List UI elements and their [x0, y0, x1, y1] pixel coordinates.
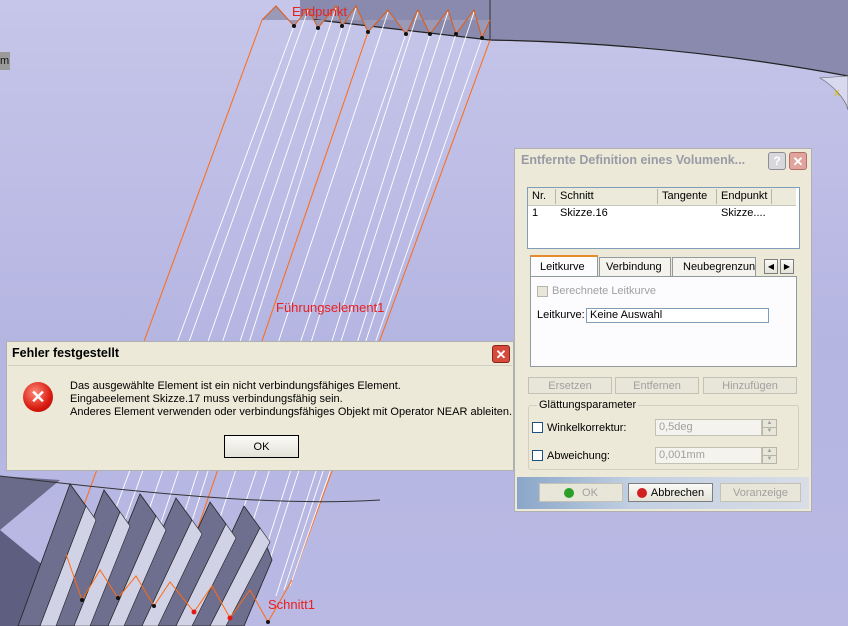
- cancel-label: Abbrechen: [650, 486, 705, 499]
- cell-nr: 1: [532, 207, 539, 219]
- error-message-line-1: Das ausgewählte Element ist ein nicht ve…: [70, 380, 401, 392]
- tab-panel-leitkurve: Berechnete Leitkurve Leitkurve: Keine Au…: [530, 276, 797, 367]
- deviation-label: Abweichung:: [547, 450, 610, 462]
- help-icon: ?: [773, 154, 781, 168]
- definition-dialog-titlebar[interactable]: Entfernte Definition eines Volumenk...: [515, 149, 755, 171]
- angle-correction-checkbox[interactable]: [532, 422, 543, 433]
- deviation-checkbox[interactable]: [532, 450, 543, 461]
- definition-dialog: Entfernte Definition eines Volumenk... ?…: [514, 148, 812, 512]
- cancel-button[interactable]: Abbrechen: [628, 483, 713, 502]
- tab-leitkurve-label: Leitkurve: [540, 261, 585, 273]
- deviation-spinner[interactable]: ▲ ▼: [762, 447, 777, 464]
- green-dot-icon: [564, 487, 575, 498]
- table-header: Nr. Schnitt Tangente Endpunkt: [528, 188, 796, 206]
- label-section[interactable]: Schnitt1: [268, 597, 315, 612]
- preview-button[interactable]: Voranzeige: [720, 483, 801, 502]
- angle-correction-spinner[interactable]: ▲ ▼: [762, 419, 777, 436]
- computed-guide-label: Berechnete Leitkurve: [552, 285, 656, 297]
- remove-button[interactable]: Entfernen: [615, 377, 699, 394]
- smoothing-group: Glättungsparameter Winkelkorrektur: 0,5d…: [528, 399, 799, 470]
- help-button[interactable]: ?: [768, 152, 786, 170]
- tab-scroll-left-button[interactable]: ◀: [764, 259, 778, 274]
- error-dialog: Fehler festgestellt ✕ ✕ Das ausgewählte …: [6, 341, 514, 471]
- column-header-tangente[interactable]: Tangente: [662, 190, 707, 202]
- error-ok-button[interactable]: OK: [224, 435, 299, 458]
- error-message-line-2: Eingabeelement Skizze.17 muss verbindung…: [70, 393, 343, 405]
- arrow-left-icon: ◀: [767, 262, 775, 271]
- side-toolbar-tab[interactable]: m: [0, 52, 10, 70]
- definition-dialog-close-button[interactable]: ✕: [789, 152, 807, 170]
- angle-correction-input[interactable]: 0,5deg: [655, 419, 762, 436]
- tab-verbindung-label: Verbindung: [606, 261, 662, 273]
- table-row[interactable]: 1 Skizze.16 Skizze....: [528, 206, 796, 220]
- svg-text:x: x: [834, 87, 840, 99]
- label-endpoint[interactable]: Endpunkt: [292, 4, 347, 19]
- close-icon: ✕: [792, 153, 804, 169]
- column-header-endpunkt[interactable]: Endpunkt: [721, 190, 767, 202]
- close-icon: ✕: [495, 346, 507, 362]
- label-guide-element[interactable]: Führungselement1: [276, 300, 384, 315]
- error-dialog-titlebar[interactable]: Fehler festgestellt: [7, 342, 513, 364]
- arrow-right-icon: ▶: [783, 262, 791, 271]
- smoothing-group-title: Glättungsparameter: [537, 399, 639, 411]
- guide-label: Leitkurve:: [537, 309, 585, 321]
- column-header-nr[interactable]: Nr.: [532, 190, 546, 202]
- add-button[interactable]: Hinzufügen: [703, 377, 797, 394]
- angle-correction-label: Winkelkorrektur:: [547, 422, 627, 434]
- error-dialog-title: Fehler festgestellt: [12, 346, 119, 360]
- error-dialog-close-button[interactable]: ✕: [492, 345, 510, 363]
- column-header-schnitt[interactable]: Schnitt: [560, 190, 594, 202]
- tab-neubegrenzung-label: Neubegrenzun: [683, 261, 756, 273]
- tab-verbindung[interactable]: Verbindung: [599, 257, 671, 276]
- replace-button[interactable]: Ersetzen: [528, 377, 612, 394]
- red-dot-icon: [636, 487, 647, 498]
- error-message-line-3: Anderes Element verwenden oder verbindun…: [70, 406, 513, 418]
- computed-guide-checkbox[interactable]: [537, 286, 548, 297]
- deviation-input[interactable]: 0,001mm: [655, 447, 762, 464]
- tab-leitkurve[interactable]: Leitkurve: [530, 255, 598, 277]
- error-icon: ✕: [23, 382, 53, 412]
- guide-input[interactable]: Keine Auswahl: [586, 308, 769, 323]
- dialog-footer: OK Abbrechen Voranzeige: [517, 477, 809, 509]
- definition-dialog-title: Entfernte Definition eines Volumenk...: [521, 153, 746, 167]
- cell-endpunkt: Skizze....: [721, 207, 766, 219]
- footer-ok-label: OK: [582, 486, 598, 499]
- section-table[interactable]: Nr. Schnitt Tangente Endpunkt 1 Skizze.1…: [527, 187, 800, 249]
- tab-scroll-right-button[interactable]: ▶: [780, 259, 794, 274]
- footer-ok-button[interactable]: OK: [539, 483, 623, 502]
- tab-neubegrenzung[interactable]: Neubegrenzun: [672, 257, 756, 276]
- cell-schnitt: Skizze.16: [560, 207, 608, 219]
